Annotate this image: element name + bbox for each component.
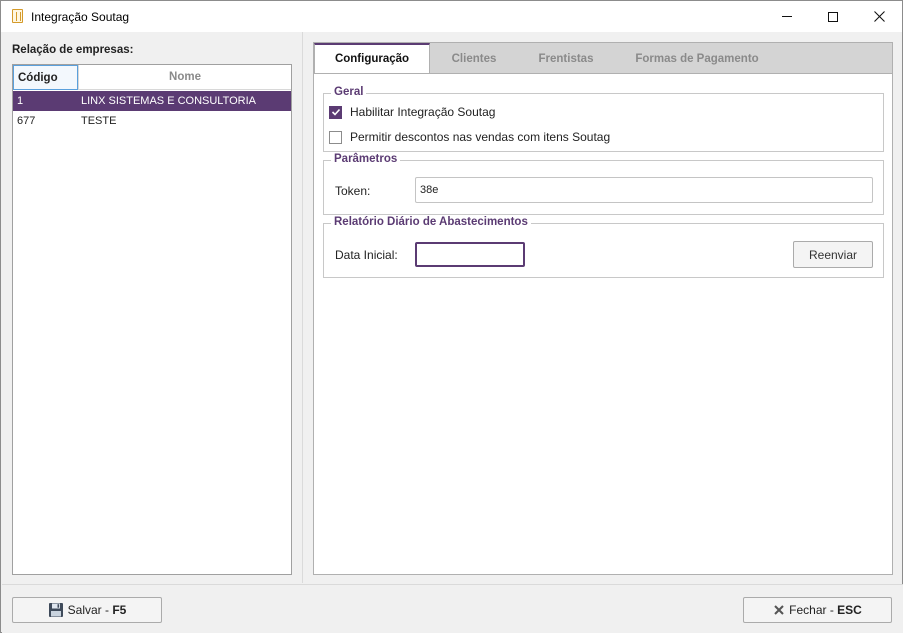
token-label: Token:: [335, 184, 371, 198]
tab-frentistas[interactable]: Frentistas: [518, 43, 614, 74]
group-geral: Geral Habilitar Integração Soutag Permit…: [323, 86, 884, 152]
table-row[interactable]: 1 LINX SISTEMAS E CONSULTORIA: [13, 91, 291, 111]
tab-formas-de-pagamento[interactable]: Formas de Pagamento: [614, 43, 780, 74]
window-title: Integração Soutag: [31, 10, 130, 24]
main-window: Integração Soutag Relação de empresas: C…: [0, 0, 903, 633]
permitir-descontos-checkbox[interactable]: Permitir descontos nas vendas com itens …: [329, 130, 610, 144]
save-label: Salvar -: [67, 603, 109, 617]
grid-header: Código Nome: [13, 65, 291, 90]
group-relatorio-title: Relatório Diário de Abastecimentos: [331, 216, 531, 228]
title-bar: Integração Soutag: [1, 1, 902, 32]
cell-nome: TESTE: [81, 115, 117, 127]
close-x-icon: [773, 604, 785, 616]
app-icon: [12, 9, 23, 23]
floppy-disk-icon: [48, 602, 64, 618]
token-input[interactable]: [415, 177, 873, 203]
cell-nome: LINX SISTEMAS E CONSULTORIA: [81, 95, 257, 107]
reenviar-button[interactable]: Reenviar: [793, 241, 873, 268]
column-header-nome[interactable]: Nome: [78, 65, 291, 90]
minimize-icon: [782, 16, 792, 17]
permitir-descontos-label: Permitir descontos nas vendas com itens …: [350, 130, 611, 144]
tab-clientes[interactable]: Clientes: [430, 43, 518, 74]
tab-configuracao[interactable]: Configuração: [314, 43, 430, 75]
company-grid[interactable]: Código Nome 1 LINX SISTEMAS E CONSULTORI…: [12, 64, 292, 575]
group-geral-title: Geral: [331, 86, 367, 98]
close-window-button[interactable]: [856, 1, 902, 32]
group-parametros-title: Parâmetros: [331, 153, 401, 165]
maximize-icon: [828, 11, 838, 22]
column-header-codigo[interactable]: Código: [13, 65, 78, 90]
close-label: Fechar -: [789, 603, 834, 617]
checkbox-checked-icon: [329, 105, 342, 119]
save-button[interactable]: Salvar - F5: [12, 597, 162, 623]
footer-bar: Salvar - F5 Fechar - ESC: [2, 584, 903, 633]
checkbox-unchecked-icon: [329, 130, 342, 144]
habilitar-integracao-checkbox[interactable]: Habilitar Integração Soutag: [329, 105, 495, 119]
data-inicial-input[interactable]: [415, 242, 525, 267]
close-button[interactable]: Fechar - ESC: [743, 597, 892, 623]
close-icon: [873, 11, 885, 22]
tab-area: Configuração Clientes Frentistas Formas …: [313, 42, 893, 575]
panel-divider[interactable]: [302, 32, 303, 583]
habilitar-integracao-label: Habilitar Integração Soutag: [350, 105, 496, 119]
group-parametros: Parâmetros Token:: [323, 153, 884, 215]
close-shortcut: ESC: [837, 603, 862, 617]
tab-strip: Configuração Clientes Frentistas Formas …: [313, 42, 893, 75]
cell-codigo: 677: [17, 115, 36, 127]
group-relatorio: Relatório Diário de Abastecimentos Data …: [323, 216, 884, 278]
company-panel: Relação de empresas: Código Nome 1 LINX …: [2, 32, 302, 583]
company-list-label: Relação de empresas:: [12, 44, 134, 56]
save-shortcut: F5: [112, 603, 127, 617]
tab-content-configuracao: Geral Habilitar Integração Soutag Permit…: [313, 73, 893, 575]
data-inicial-label: Data Inicial:: [335, 248, 398, 262]
maximize-button[interactable]: [810, 1, 856, 32]
minimize-button[interactable]: [764, 1, 810, 32]
cell-codigo: 1: [17, 95, 24, 107]
table-row[interactable]: 677 TESTE: [13, 111, 291, 131]
